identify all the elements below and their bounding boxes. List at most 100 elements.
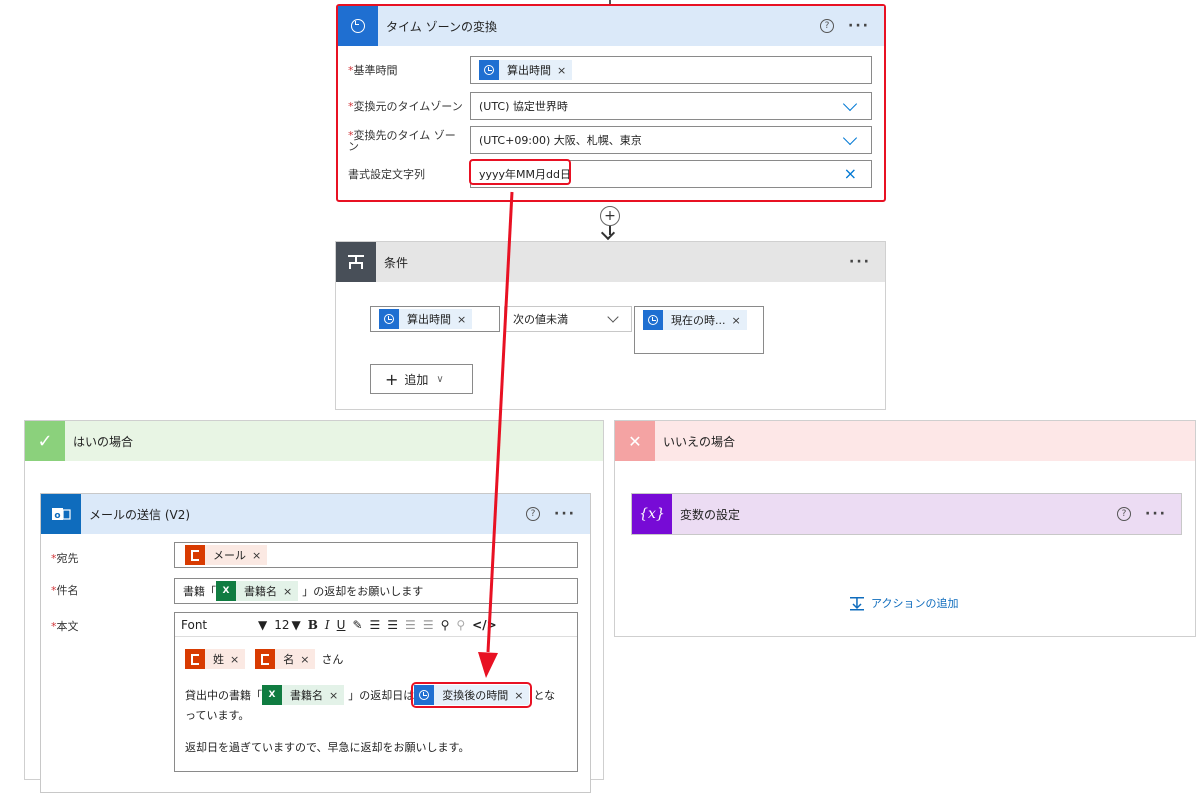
variable-icon: {x} [639, 506, 665, 522]
remove-token-icon[interactable]: × [557, 64, 566, 77]
font-dropdown-icon[interactable]: ▼ [258, 618, 267, 632]
subject-token[interactable]: X 書籍名 × [216, 581, 299, 601]
italic-icon[interactable]: I [325, 618, 330, 632]
add-action-icon [850, 597, 864, 611]
numbered-list-icon[interactable]: ☰ [387, 618, 398, 632]
remove-token-icon[interactable]: × [283, 585, 292, 598]
condition-card-title: 条件 [384, 255, 409, 270]
target-timezone-select[interactable]: (UTC+09:00) 大阪、札幌、東京 [470, 126, 872, 154]
more-options-icon[interactable]: ··· [848, 18, 870, 34]
source-timezone-select[interactable]: (UTC) 協定世界時 [470, 92, 872, 120]
alarm-clock-icon [379, 309, 399, 329]
token-label: 書籍名 [244, 585, 277, 598]
alarm-clock-icon [414, 685, 435, 705]
rich-text-toolbar: Font ▼ 12 ▼ B I U ✎ ☰ ☰ ☰ ☰ ⚲ ⚲ </> [175, 613, 577, 637]
token-label: 変換後の時間 [442, 689, 509, 702]
office365-icon [185, 545, 205, 565]
base-time-input[interactable]: 算出時間 × [470, 56, 872, 84]
body-editor[interactable]: Font ▼ 12 ▼ B I U ✎ ☰ ☰ ☰ ☰ ⚲ ⚲ </> 姓 × … [174, 612, 578, 772]
chevron-down-icon[interactable] [842, 130, 858, 146]
chevron-down-icon: ∨ [436, 373, 444, 385]
chevron-down-icon[interactable] [842, 96, 858, 112]
condition-right-operand[interactable]: 現在の時... × [634, 306, 764, 354]
token-label: 算出時間 [407, 313, 451, 326]
book-name-token[interactable]: X 書籍名 × [262, 685, 345, 705]
format-string-label: 書式設定文字列 [348, 168, 425, 181]
office365-icon [255, 649, 276, 669]
mail-header-icon-box: o [41, 494, 81, 534]
timezone-card-header[interactable]: タイム ゾーンの変換 ? ··· [338, 6, 884, 46]
clear-icon[interactable]: × [844, 164, 857, 183]
variable-header-icon-box: {x} [632, 494, 672, 534]
more-options-icon[interactable]: ··· [554, 506, 576, 522]
source-timezone-label: *変換元のタイムゾーン [348, 100, 463, 113]
base-time-token[interactable]: 算出時間 × [479, 60, 573, 80]
converted-time-token[interactable]: 変換後の時間 × [411, 682, 533, 708]
bold-icon[interactable]: B [308, 618, 318, 632]
outdent-icon[interactable]: ☰ [423, 618, 434, 632]
no-branch-title: いいえの場合 [663, 434, 736, 449]
remove-token-icon[interactable]: × [457, 313, 466, 326]
right-operand-token[interactable]: 現在の時... × [643, 310, 747, 330]
excel-icon: X [262, 685, 282, 705]
add-step-button[interactable]: + [600, 206, 620, 226]
last-name-token[interactable]: 姓 × [185, 649, 246, 669]
left-operand-token[interactable]: 算出時間 × [379, 309, 473, 329]
condition-card-header[interactable]: 条件 ··· [336, 242, 885, 282]
set-variable-title: 変数の設定 [680, 507, 741, 522]
condition-add-button[interactable]: + 追加 ∨ [370, 364, 473, 394]
subject-input[interactable]: 書籍「 X 書籍名 × 」の返却をお願いします [174, 578, 578, 604]
yes-branch-header[interactable]: ✓ はいの場合 [25, 421, 603, 461]
help-icon[interactable]: ? [820, 19, 835, 33]
unlink-icon[interactable]: ⚲ [456, 618, 465, 632]
chevron-down-icon[interactable] [607, 311, 619, 323]
first-name-token[interactable]: 名 × [255, 649, 316, 669]
token-label: 現在の時... [671, 314, 726, 327]
link-icon[interactable]: ⚲ [441, 618, 450, 632]
add-action-link[interactable]: アクションの追加 [849, 595, 958, 611]
body-line-3: っています。 [185, 709, 250, 722]
subject-label: *件名 [51, 584, 79, 597]
underline-icon[interactable]: U [337, 618, 346, 632]
connector-arrowhead [600, 225, 616, 241]
remove-token-icon[interactable]: × [252, 549, 261, 562]
help-icon[interactable]: ? [1117, 507, 1132, 521]
format-value-highlight [469, 159, 571, 185]
condition-icon [348, 255, 364, 269]
condition-card: 条件 ··· 算出時間 × 次の値未満 現在の時... × + 追加 ∨ [335, 241, 886, 410]
to-token[interactable]: メール × [185, 545, 268, 565]
send-mail-card: o メールの送信 (V2) ? ··· *宛先 メール × *件名 書籍「 X … [40, 493, 591, 793]
condition-left-operand[interactable]: 算出時間 × [370, 306, 500, 332]
to-label: *宛先 [51, 552, 79, 565]
condition-operator-select[interactable]: 次の値未満 [504, 306, 632, 332]
outlook-icon: o [52, 508, 71, 521]
more-options-icon[interactable]: ··· [1145, 506, 1167, 522]
yes-branch-panel: ✓ はいの場合 o メールの送信 (V2) ? ··· *宛先 メール × *件… [24, 420, 604, 793]
to-input[interactable]: メール × [174, 542, 578, 568]
remove-token-icon[interactable]: × [514, 689, 523, 702]
indent-icon[interactable]: ☰ [405, 618, 416, 632]
more-options-icon[interactable]: ··· [849, 254, 871, 270]
remove-token-icon[interactable]: × [329, 689, 338, 702]
bullet-list-icon[interactable]: ☰ [370, 618, 381, 632]
set-variable-header[interactable]: {x} 変数の設定 ? ··· [632, 494, 1181, 534]
send-mail-header[interactable]: o メールの送信 (V2) ? ··· [41, 494, 590, 534]
no-branch-header[interactable]: ✕ いいえの場合 [615, 421, 1195, 461]
timezone-card-title: タイム ゾーンの変換 [386, 19, 497, 34]
remove-token-icon[interactable]: × [230, 653, 239, 666]
code-view-icon[interactable]: </> [472, 618, 497, 632]
target-timezone-label: *変換先のタイム ゾーン [348, 129, 456, 153]
source-timezone-value: (UTC) 協定世界時 [479, 100, 568, 113]
size-dropdown-icon[interactable]: ▼ [292, 618, 301, 632]
body-line-1: 姓 × 名 × さん [185, 649, 343, 669]
font-select[interactable]: Font [181, 618, 251, 632]
plus-icon: + [604, 208, 616, 224]
font-size-select[interactable]: 12 [274, 618, 289, 632]
timezone-header-icon-box [338, 6, 378, 46]
remove-token-icon[interactable]: × [300, 653, 309, 666]
remove-token-icon[interactable]: × [732, 314, 741, 327]
pen-icon[interactable]: ✎ [352, 618, 362, 632]
body-text: 」の返却日は [348, 689, 415, 702]
help-icon[interactable]: ? [526, 507, 541, 521]
svg-text:o: o [54, 511, 60, 521]
